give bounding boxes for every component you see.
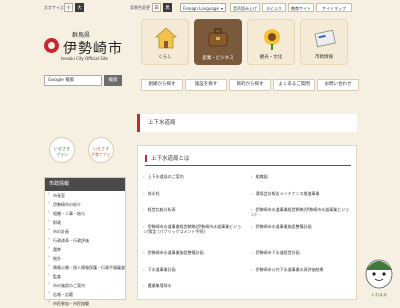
isesaki-kosodate-button[interactable]: いせさき 子育てナビ [88,137,114,163]
sunflower-icon [264,29,280,50]
arrow-icon: › [143,207,145,212]
content-link[interactable]: › 経営比較分析表 [143,207,243,212]
mobile-site-link[interactable]: 携帯サイト [288,3,314,12]
logo-english: Isesaki City Official Site [61,56,108,61]
content-link[interactable]: › 伊勢崎市公共下水道事業の再評価結果 [251,267,351,272]
content-link[interactable]: › 組織図 [251,174,351,179]
city-emblem-icon [44,38,59,53]
logo-city-name[interactable]: 伊勢崎市 [63,38,123,58]
bg-white-button[interactable]: 白 [152,3,161,12]
arrow-icon: › [251,191,253,196]
page-title: 上下水道局 [137,114,357,132]
arrow-icon: › [143,267,145,272]
main-panel: 上下水道局とは › 上下水道局のご案内 › 組織図 › 排水栓 › 環境会計報告メンテナ… [137,145,357,300]
top-utility-bar: 文字サイズ 小 大 背景色変更 白 黒 Foreign Language ▾ 音声… [0,0,400,17]
nav-mokuteki-button[interactable]: 目的から探す [229,79,271,91]
sidebar-item[interactable]: 情報公開・個人情報保護・行政不服審査 [45,263,125,272]
text-size-small-button[interactable]: 小 [64,3,73,12]
content-link[interactable]: › 伊勢崎市水道事業経営戦略(伊勢崎市水道事業ビジョン) [251,207,351,217]
newspaper-icon [314,29,336,48]
content-link[interactable]: › 上下水道局のご案内 [143,174,243,179]
sidebar-item[interactable]: 市長室 [45,191,125,200]
briefcase-icon [208,28,228,47]
language-select[interactable]: Foreign Language ▾ [180,3,226,12]
nav-faq-button[interactable]: よくあるご質問 [273,79,315,91]
content-link[interactable]: › 伊勢崎市水道事業施設整備計画 [251,224,351,229]
tile-shisei[interactable]: 市政情報 [300,19,348,65]
sidebar-item[interactable]: 選挙 [45,245,125,254]
bg-color-label: 背景色変更 [130,5,150,10]
voice-reading-link[interactable]: 音声読み上げ [230,3,260,12]
sidebar-item[interactable]: 市民参加・市民協働 [45,299,125,308]
nav-shisetsu-button[interactable]: 施設を探す [185,79,227,91]
mascot-icon[interactable] [362,252,396,296]
sidebar-item[interactable]: 伊勢崎市の紹介 [45,200,125,209]
tile-kurashi[interactable]: くらし [141,19,189,65]
text-size-large-button[interactable]: 大 [75,3,84,12]
arrow-icon: › [251,174,253,179]
tile-business[interactable]: 産業・ビジネス [194,19,242,65]
mascot-name: くわまる [371,292,387,297]
arrow-icon: › [143,174,145,179]
sidebar: 市政情報 市長室 伊勢崎市の紹介 組織・人事・給与 財政 市の計画 行政改革・行… [44,177,126,306]
sidebar-item[interactable]: 監査 [45,272,125,281]
content-link[interactable]: › 下水道事業計画 [143,267,243,272]
bg-black-button[interactable]: 黒 [163,3,172,12]
arrow-icon: › [143,283,145,288]
sidebar-item[interactable]: 市の施設のご案内 [45,281,125,290]
nav-contact-button[interactable]: お問い合わせ [317,79,359,91]
tile-kanko[interactable]: 観光・文化 [247,19,295,65]
sidebar-item[interactable]: 財政 [45,218,125,227]
sidebar-heading: 市政情報 [45,178,125,191]
arrow-icon: › [251,250,253,255]
sidebar-item[interactable]: 統計 [45,254,125,263]
sidebar-item[interactable]: 行政改革・行政評価 [45,236,125,245]
content-link[interactable]: › 環境会計報告メンテナンス推進事業 [251,191,351,196]
search-input[interactable]: Google 検索 [44,75,102,86]
content-link[interactable]: › 伊勢崎市下水道経営計画 [251,250,351,255]
arrow-icon: › [143,191,145,196]
content-link[interactable]: › 排水栓 [143,191,243,196]
isesaki-plan-button[interactable]: いせさき プラン [49,137,75,163]
content-link[interactable]: › 伊勢崎市水道事業経営戦略(伊勢崎市水道事業ビジョン)策定 (パブリックコメント… [143,224,243,234]
nav-soshiki-button[interactable]: 組織から探す [141,79,183,91]
sitemap-link[interactable]: サイトマップ [316,3,352,12]
chevron-down-icon: ▾ [220,6,223,11]
text-size-label: 文字サイズ [44,5,64,10]
sidebar-item[interactable]: 組織・人事・給与 [45,209,125,218]
content-link[interactable]: › 伊勢崎市水道事業施設整備計画 [143,250,243,255]
search-button[interactable]: 検索 [104,75,122,86]
content-link[interactable]: › 農業集落排水 [143,283,243,288]
arrow-icon: › [143,250,145,255]
sidebar-item[interactable]: 市の計画 [45,227,125,236]
arrow-icon: › [251,224,253,229]
sidebar-item[interactable]: 広報・広聴 [45,290,125,299]
house-icon [154,27,178,49]
section-heading: 上下水道局とは [145,154,351,166]
arrow-icon: › [251,267,253,272]
ruby-link[interactable]: ルビふり [262,3,286,12]
